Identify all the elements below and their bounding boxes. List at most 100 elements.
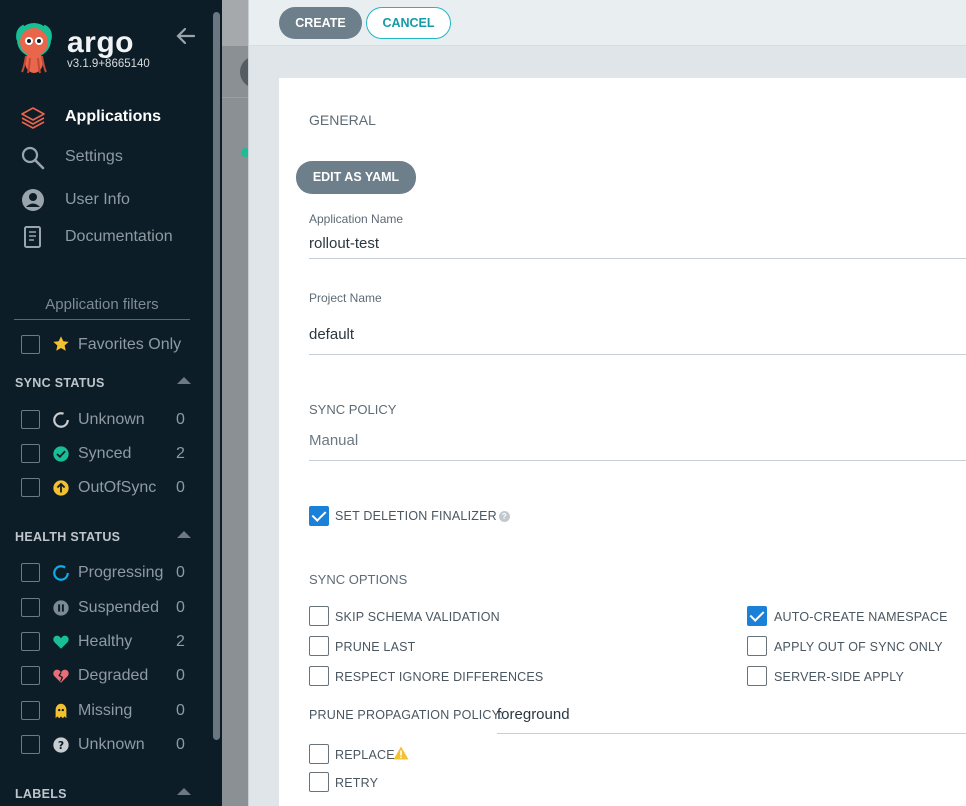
nav-item-settings[interactable]: Settings <box>20 144 210 170</box>
sync-status-heading: SYNC STATUS <box>15 376 105 390</box>
filter-count: 0 <box>176 702 185 719</box>
nav-label: Applications <box>65 108 162 125</box>
skip-schema-validation-label: SKIP SCHEMA VALIDATION <box>335 610 500 624</box>
retry-checkbox[interactable] <box>309 772 329 792</box>
filter-count: 0 <box>176 564 185 581</box>
filters-title: Application filters <box>14 296 190 320</box>
pause-circle-icon <box>53 600 69 616</box>
filter-count: 0 <box>176 667 185 684</box>
cancel-button[interactable]: CANCEL <box>366 7 451 39</box>
app-name-input[interactable] <box>309 229 966 259</box>
book-icon <box>24 226 41 248</box>
respect-ignore-differences-checkbox[interactable] <box>309 666 329 686</box>
sync-policy-value: Manual <box>309 432 359 449</box>
filter-count: 2 <box>176 445 185 462</box>
replace-label: REPLACE <box>335 748 395 762</box>
filter-label: Unknown <box>78 411 145 428</box>
filter-label: Synced <box>78 445 132 462</box>
sync-policy-title: SYNC POLICY <box>309 402 397 417</box>
ghost-icon <box>55 703 67 719</box>
arrow-up-circle-icon <box>53 480 69 496</box>
filter-checkbox-missing[interactable] <box>21 701 40 720</box>
auto-create-namespace-checkbox[interactable] <box>747 606 767 626</box>
filter-checkbox-healthy[interactable] <box>21 632 40 651</box>
edit-as-yaml-button[interactable]: EDIT AS YAML <box>296 161 416 194</box>
warning-icon <box>393 746 409 760</box>
filter-label: Suspended <box>78 599 159 616</box>
user-icon <box>22 189 44 211</box>
filter-label: OutOfSync <box>78 479 157 496</box>
deletion-finalizer-text: SET DELETION FINALIZER <box>335 509 497 523</box>
prune-propagation-policy-caption: PRUNE PROPAGATION POLICY: <box>309 708 504 722</box>
general-form-card: GENERAL EDIT AS YAML Application Name Pr… <box>279 78 966 806</box>
favorites-label: Favorites Only <box>78 336 182 353</box>
filter-label: Progressing <box>78 564 164 581</box>
sidebar: argo v3.1.9+8665140 Applications Setting… <box>0 0 222 806</box>
question-circle-icon: ? <box>53 737 69 753</box>
labels-collapse-caret[interactable] <box>177 788 191 795</box>
retry-label: RETRY <box>335 776 379 790</box>
server-side-apply-label: SERVER-SIDE APPLY <box>774 670 905 684</box>
brand-name: argo <box>67 26 135 59</box>
sync-status-collapse-caret[interactable] <box>177 377 191 384</box>
sidebar-scrollbar-thumb[interactable] <box>213 12 220 740</box>
app-name-caption: Application Name <box>309 212 404 226</box>
nav-item-documentation[interactable]: Documentation <box>20 224 210 250</box>
general-section-title: GENERAL <box>309 112 376 128</box>
filter-checkbox-progressing[interactable] <box>21 563 40 582</box>
server-side-apply-checkbox[interactable] <box>747 666 767 686</box>
filter-label: Unknown <box>78 736 145 753</box>
filter-checkbox-suspended[interactable] <box>21 598 40 617</box>
nav-label: Documentation <box>65 228 173 245</box>
filter-count: 0 <box>176 736 185 753</box>
auto-create-namespace-label: AUTO-CREATE NAMESPACE <box>774 610 948 624</box>
filter-checkbox-outofsync[interactable] <box>21 478 40 497</box>
health-status-collapse-caret[interactable] <box>177 531 191 538</box>
labels-heading: LABELS <box>15 787 67 801</box>
star-icon <box>53 336 69 351</box>
argo-logo-icon <box>16 23 52 74</box>
filter-checkbox-sync-unknown[interactable] <box>21 410 40 429</box>
favorites-checkbox[interactable] <box>21 335 40 354</box>
prune-propagation-policy-select[interactable]: foreground <box>497 704 966 734</box>
nav-item-applications[interactable]: Applications <box>20 104 210 130</box>
layers-icon <box>21 107 45 129</box>
filter-label: Healthy <box>78 633 133 650</box>
apply-out-of-sync-only-checkbox[interactable] <box>747 636 767 656</box>
prune-last-label: PRUNE LAST <box>335 640 416 654</box>
create-app-panel: CREATE CANCEL GENERAL EDIT AS YAML Appli… <box>248 0 966 806</box>
heart-icon <box>53 635 69 649</box>
filter-count: 2 <box>176 633 185 650</box>
prune-propagation-policy-value: foreground <box>497 706 570 723</box>
filter-checkbox-degraded[interactable] <box>21 666 40 685</box>
progress-circle-icon <box>53 565 69 581</box>
nav-item-user-info[interactable]: User Info <box>20 187 210 213</box>
sync-policy-select[interactable]: Manual <box>309 429 966 461</box>
deletion-finalizer-label: SET DELETION FINALIZER? <box>335 509 510 523</box>
nav-label: User Info <box>65 191 130 208</box>
create-button[interactable]: CREATE <box>279 7 362 39</box>
deletion-finalizer-checkbox[interactable] <box>309 506 329 526</box>
filter-checkbox-synced[interactable] <box>21 444 40 463</box>
respect-ignore-differences-label: RESPECT IGNORE DIFFERENCES <box>335 670 544 684</box>
broken-heart-icon <box>53 669 69 683</box>
svg-text:?: ? <box>58 739 64 752</box>
nav-label: Settings <box>65 148 123 165</box>
search-icon <box>21 146 45 170</box>
filter-label: Degraded <box>78 667 149 684</box>
unknown-circle-icon <box>53 412 69 428</box>
project-name-input[interactable] <box>309 314 966 355</box>
skip-schema-validation-checkbox[interactable] <box>309 606 329 626</box>
health-status-heading: HEALTH STATUS <box>15 530 121 544</box>
sync-options-title: SYNC OPTIONS <box>309 572 408 587</box>
prune-last-checkbox[interactable] <box>309 636 329 656</box>
apply-out-of-sync-only-label: APPLY OUT OF SYNC ONLY <box>774 640 943 654</box>
replace-checkbox[interactable] <box>309 744 329 764</box>
filter-count: 0 <box>176 479 185 496</box>
check-circle-icon <box>53 446 69 462</box>
brand-version: v3.1.9+8665140 <box>67 58 150 70</box>
help-icon[interactable]: ? <box>498 511 510 522</box>
filter-count: 0 <box>176 599 185 616</box>
filter-checkbox-health-unknown[interactable] <box>21 735 40 754</box>
collapse-sidebar-icon[interactable] <box>174 24 198 48</box>
